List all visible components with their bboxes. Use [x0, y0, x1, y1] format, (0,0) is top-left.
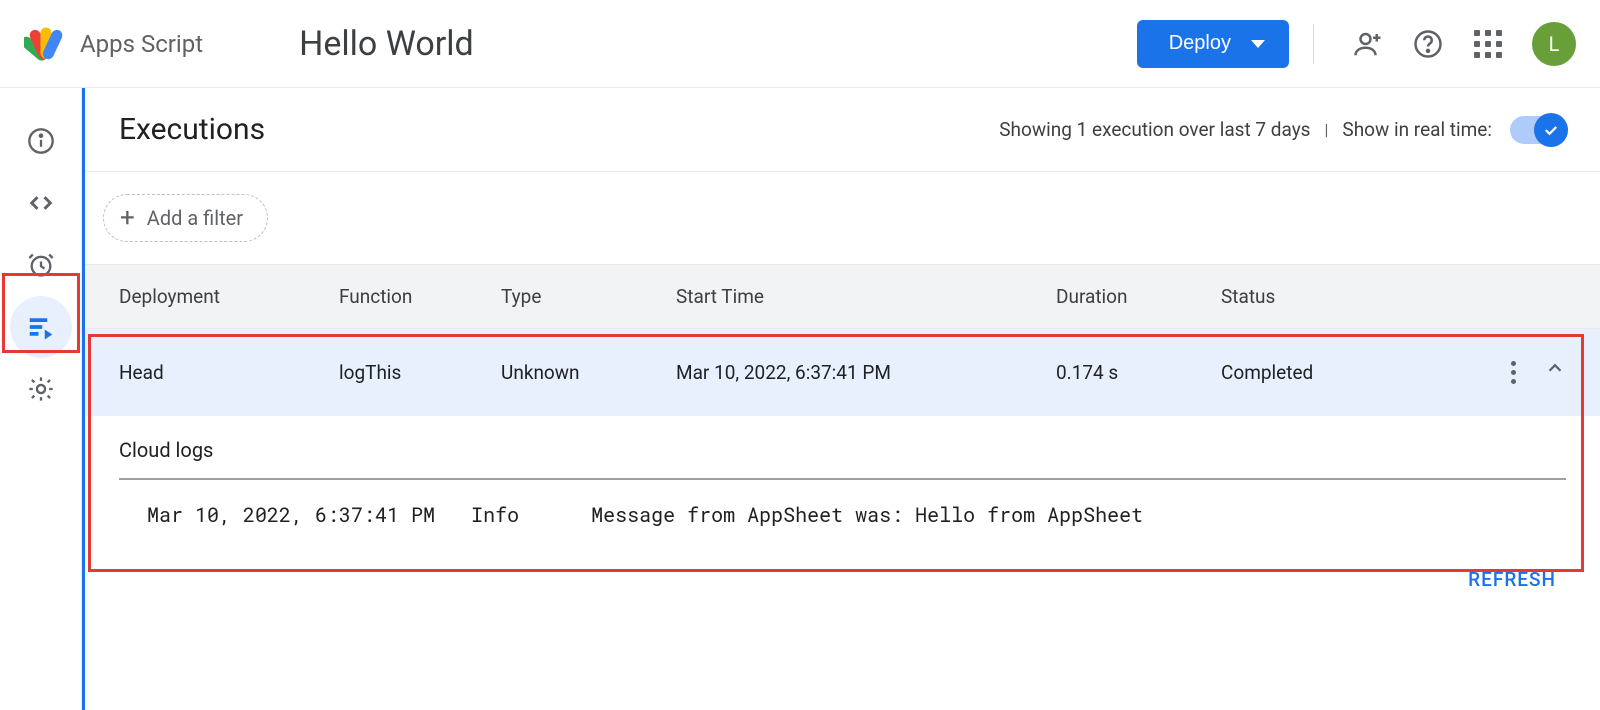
col-start: Start Time: [676, 285, 1056, 308]
avatar-initial: L: [1549, 32, 1560, 56]
dropdown-caret-icon: [1251, 40, 1265, 48]
person-add-icon: [1353, 29, 1383, 59]
help-icon: [1413, 29, 1443, 59]
nav-settings[interactable]: [10, 358, 72, 420]
cell-duration: 0.174 s: [1056, 361, 1221, 384]
title-bar: Executions Showing 1 execution over last…: [85, 88, 1600, 172]
deploy-label: Deploy: [1169, 32, 1231, 55]
cell-status: Completed: [1221, 361, 1456, 384]
col-duration: Duration: [1056, 285, 1221, 308]
refresh-row: REFRESH: [85, 546, 1600, 613]
nav-overview[interactable]: [10, 110, 72, 172]
add-filter-chip[interactable]: + Add a filter: [103, 194, 268, 242]
alarm-clock-icon: [27, 251, 55, 279]
cell-function: logThis: [339, 361, 501, 384]
executions-icon: [26, 312, 56, 342]
add-filter-label: Add a filter: [147, 206, 243, 230]
page-title: Executions: [119, 112, 265, 147]
divider: |: [1325, 120, 1329, 139]
header: Apps Script Hello World Deploy L: [0, 0, 1600, 88]
cell-deployment: Head: [119, 361, 339, 384]
product-name: Apps Script: [80, 30, 203, 58]
filter-bar: + Add a filter: [85, 172, 1600, 264]
log-entry: Mar 10, 2022, 6:37:41 PM Info Message fr…: [119, 496, 1566, 534]
main-content: Executions Showing 1 execution over last…: [82, 88, 1600, 710]
project-title[interactable]: Hello World: [299, 24, 474, 64]
apps-button[interactable]: [1472, 28, 1504, 60]
col-deployment: Deployment: [119, 285, 339, 308]
share-button[interactable]: [1352, 28, 1384, 60]
col-function: Function: [339, 285, 501, 308]
info-icon: [27, 127, 55, 155]
execution-row[interactable]: Head logThis Unknown Mar 10, 2022, 6:37:…: [85, 329, 1600, 416]
realtime-toggle[interactable]: [1510, 116, 1566, 144]
deploy-button[interactable]: Deploy: [1137, 20, 1289, 68]
col-status: Status: [1221, 285, 1456, 308]
left-nav: [0, 88, 82, 710]
divider: [1313, 24, 1314, 64]
table-header: Deployment Function Type Start Time Dura…: [85, 264, 1600, 329]
gear-icon: [27, 375, 55, 403]
cell-start: Mar 10, 2022, 6:37:41 PM: [676, 361, 1056, 384]
nav-triggers[interactable]: [10, 234, 72, 296]
check-icon: [1542, 121, 1560, 139]
row-collapse-button[interactable]: [1544, 357, 1566, 388]
executions-summary: Showing 1 execution over last 7 days: [999, 118, 1310, 141]
apps-script-logo-icon: [24, 22, 68, 66]
nav-executions[interactable]: [10, 296, 72, 358]
toggle-knob: [1534, 113, 1568, 147]
account-avatar[interactable]: L: [1532, 22, 1576, 66]
chevron-up-icon: [1544, 357, 1566, 379]
refresh-button[interactable]: REFRESH: [1468, 568, 1556, 591]
logs-title: Cloud logs: [119, 438, 1566, 462]
help-button[interactable]: [1412, 28, 1444, 60]
nav-editor[interactable]: [10, 172, 72, 234]
code-icon: [27, 189, 55, 217]
cloud-logs-panel: Cloud logs Mar 10, 2022, 6:37:41 PM Info…: [85, 416, 1600, 546]
cell-type: Unknown: [501, 361, 676, 384]
logs-divider: [119, 478, 1566, 480]
col-type: Type: [501, 285, 676, 308]
realtime-label: Show in real time:: [1342, 118, 1492, 141]
row-menu-button[interactable]: [1507, 357, 1520, 388]
plus-icon: +: [120, 205, 135, 231]
apps-grid-icon: [1474, 30, 1502, 58]
logo-area[interactable]: Apps Script: [24, 22, 203, 66]
